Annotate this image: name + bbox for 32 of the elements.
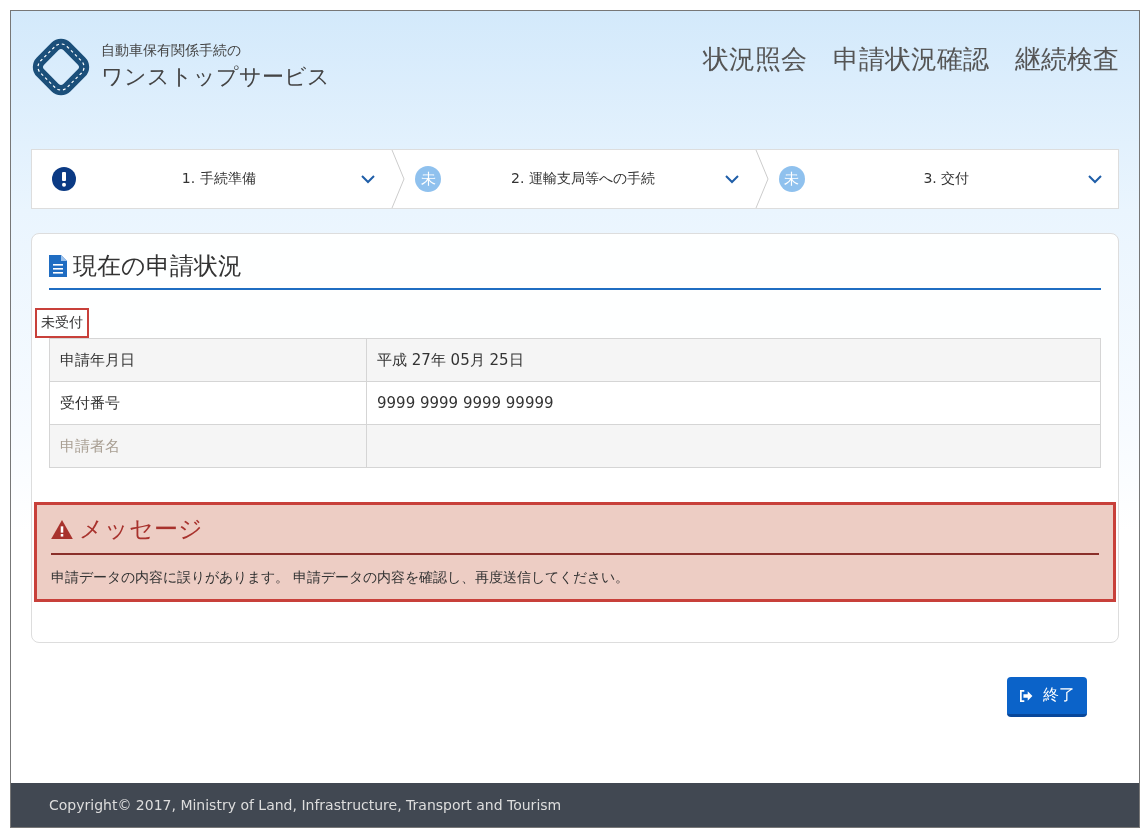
chevron-down-icon: [361, 174, 376, 184]
section-title: 現在の申請状況: [73, 251, 242, 282]
message-title: メッセージ: [79, 514, 203, 545]
step-separator: [754, 150, 769, 208]
road-diamond-icon: [31, 37, 91, 97]
message-text: 申請データの内容に誤りがあります。 申請データの内容を確認し、再度送信してください。: [51, 569, 631, 587]
logo-title: ワンストップサービス: [101, 63, 330, 91]
status-label: 未受付: [35, 308, 89, 338]
chevron-down-icon: [724, 174, 739, 184]
table-cell-text: 平成 27年 05月 25日: [376, 349, 525, 371]
table-cell: 申請者名: [50, 425, 367, 467]
table-cell-text: 9999 9999 9999 99999: [376, 393, 555, 414]
step-label: 3. 交付: [922, 170, 971, 188]
warning-icon: [51, 519, 73, 539]
chevron-down-icon: [1088, 174, 1102, 184]
copyright-text: Copyright© 2017, Ministry of Land, Infrastructure, Transport and Tourism: [49, 797, 562, 813]
exit-button[interactable]: 終了: [1007, 677, 1087, 717]
step-tab[interactable]: 未 2. 運輸支局等への手続: [405, 150, 755, 208]
step-tab[interactable]: 未 3. 交付: [768, 150, 1118, 208]
nav-link[interactable]: 状況照会: [703, 41, 807, 77]
step-tab[interactable]: 1. 手続準備: [32, 150, 392, 208]
status-badge: 未: [778, 166, 805, 192]
step-separator: [391, 150, 406, 208]
exit-icon: [1019, 689, 1033, 702]
status-badge: 未: [415, 166, 442, 192]
logo-subtitle: 自動車保有関係手続の: [101, 42, 242, 60]
step-label: 2. 運輸支局等への手続: [510, 170, 656, 188]
exclamation-icon: [52, 167, 76, 191]
document-icon: [49, 255, 67, 277]
nav-link[interactable]: 申請状況確認: [833, 41, 989, 77]
step-label: 1. 手続準備: [180, 170, 257, 188]
nav-link[interactable]: 継続検査: [1015, 41, 1119, 77]
